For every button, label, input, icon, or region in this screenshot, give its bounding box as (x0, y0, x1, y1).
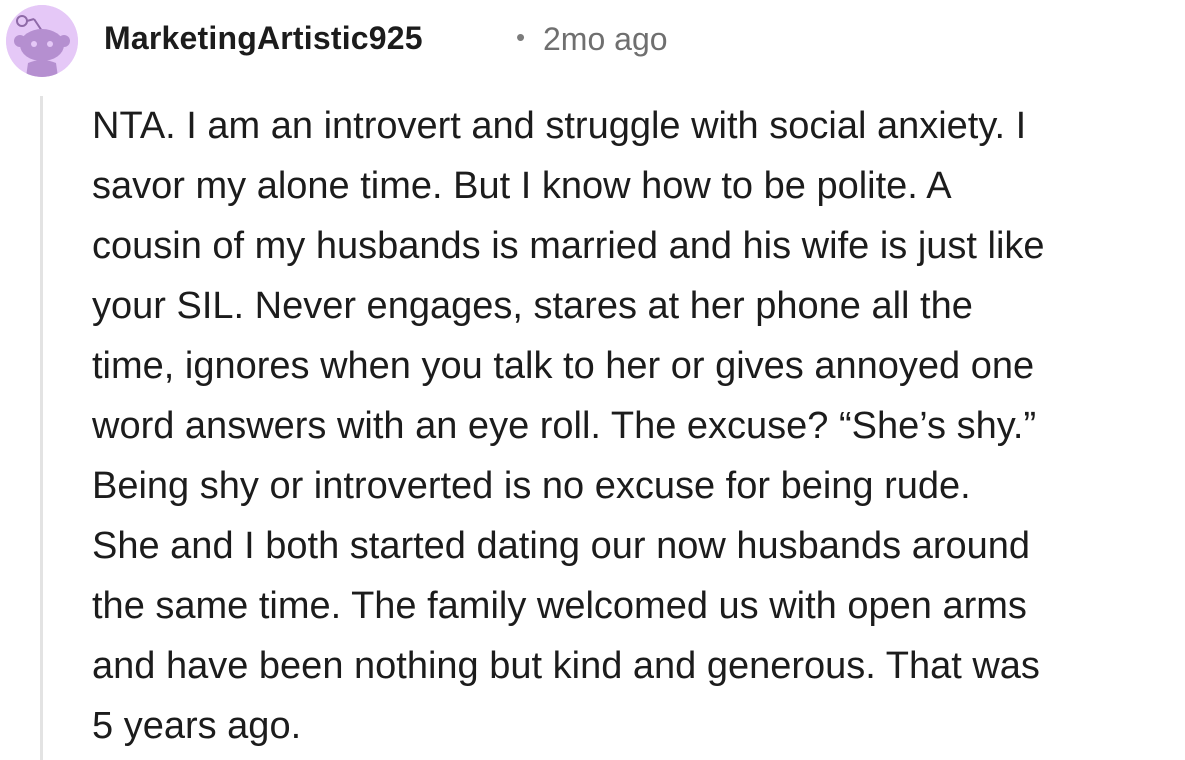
comment-body: NTA. I am an introvert and struggle with… (92, 96, 1182, 756)
comment-body-line: savor my alone time. But I know how to b… (92, 165, 952, 207)
comment-body-line: and have been nothing but kind and gener… (92, 645, 1040, 687)
comment-body-line: 5 years ago. (92, 705, 302, 747)
thread-line[interactable] (40, 96, 43, 760)
comment-header: MarketingArtistic925 • 2mo ago (0, 0, 1185, 80)
comment-body-line: She and I both started dating our now hu… (92, 525, 1031, 567)
snoo-avatar-icon (6, 5, 78, 77)
comment-body-line: cousin of my husbands is married and his… (92, 225, 1045, 267)
comment-timestamp[interactable]: 2mo ago (543, 21, 668, 58)
comment-body-line: Being shy or introverted is no excuse fo… (92, 465, 971, 507)
comment-body-line: NTA. I am an introvert and struggle with… (92, 105, 1027, 147)
comment-body-line: word answers with an eye roll. The excus… (92, 405, 1037, 447)
comment-author[interactable]: MarketingArtistic925 (104, 20, 423, 57)
comment-body-line: the same time. The family welcomed us wi… (92, 585, 1027, 627)
comment-body-line: time, ignores when you talk to her or gi… (92, 345, 1035, 387)
avatar[interactable] (6, 5, 78, 77)
meta-separator: • (516, 22, 526, 52)
comment-body-line: your SIL. Never engages, stares at her p… (92, 285, 973, 327)
comment: MarketingArtistic925 • 2mo ago NTA. I am… (0, 0, 1185, 760)
